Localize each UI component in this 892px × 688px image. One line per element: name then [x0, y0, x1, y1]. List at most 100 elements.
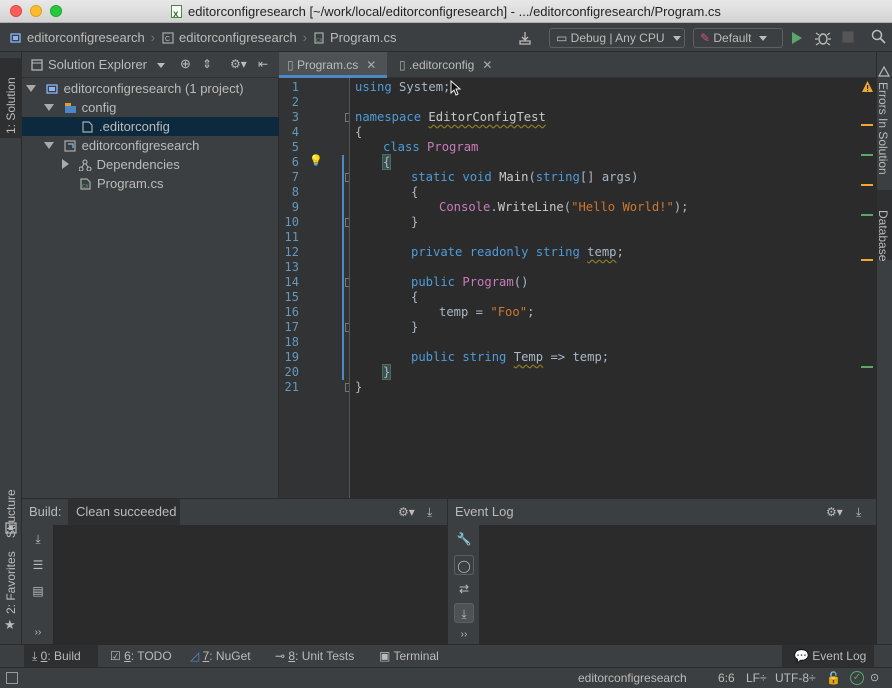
code-text: (	[528, 170, 536, 184]
solution-explorer-panel: Solution Explorer ⊕ ⇕ ⚙▾ ⇤ editorconfigr…	[22, 52, 279, 498]
warning-icon[interactable]	[861, 80, 874, 93]
tab-unit-tests[interactable]: ⊸ 8: Unit Tests	[275, 645, 354, 668]
hide-panel-icon[interactable]: ⤓	[856, 505, 870, 519]
hide-panel-icon[interactable]: ⇤	[258, 57, 272, 71]
warning-marker[interactable]	[861, 124, 873, 126]
method-name: Main	[499, 170, 529, 184]
keyword: string	[462, 350, 507, 364]
errors-in-solution-tab[interactable]: Errors In Solution	[876, 82, 892, 192]
code-editor[interactable]: using System; namespace EditorConfigTest…	[350, 78, 859, 498]
solution-explorer-title[interactable]: Solution Explorer	[48, 52, 165, 78]
tab-editorconfig[interactable]: ▯ .editorconfig ✕	[391, 52, 501, 78]
wrench-icon[interactable]: 🔧	[454, 529, 474, 549]
breadcrumb-project[interactable]: Ceditorconfigresearch ›	[162, 23, 307, 52]
info-marker[interactable]	[861, 154, 873, 156]
more-icon[interactable]: ››	[28, 623, 48, 643]
gear-icon[interactable]: ⚙▾	[826, 505, 850, 519]
breadcrumb-file[interactable]: C# Program.cs	[313, 23, 396, 52]
tree-item-program-cs[interactable]: C# Program.cs	[22, 174, 279, 193]
log-icon[interactable]: ▤	[28, 581, 48, 601]
lock-icon[interactable]: 🔓	[826, 671, 841, 685]
breadcrumb-label: editorconfigresearch	[179, 30, 297, 45]
tree-item-solution[interactable]: editorconfigresearch (1 project)	[22, 79, 279, 98]
build-config-icon[interactable]	[516, 29, 534, 47]
status-encoding[interactable]: UTF-8÷	[775, 668, 816, 688]
favorites-tab-text: 2: Favorites	[4, 551, 18, 614]
tab-todo[interactable]: ☑ 6: TODO	[110, 645, 172, 668]
solution-tab-label[interactable]: 1: Solution	[0, 58, 22, 138]
close-icon[interactable]: ✕	[482, 58, 492, 72]
status-caret-position[interactable]: 6:6	[718, 668, 735, 688]
run-button[interactable]	[790, 30, 804, 46]
build-solution-icon[interactable]: ⤓	[28, 529, 48, 549]
tab-program-cs[interactable]: ▯ Program.cs ✕	[279, 52, 387, 78]
folder-icon	[64, 103, 76, 113]
keyword: void	[462, 170, 492, 184]
debug-button[interactable]	[815, 29, 831, 47]
collapse-all-icon[interactable]: ⇕	[202, 57, 216, 71]
favorites-tab-label[interactable]: 2: Favorites	[0, 551, 22, 622]
tree-item-config[interactable]: config	[22, 98, 279, 117]
keyword: static	[411, 170, 456, 184]
gear-icon[interactable]: ⚙▾	[230, 57, 252, 71]
tab-label: : TODO	[130, 649, 172, 663]
status-position-label: 6:6	[718, 671, 735, 685]
scroll-to-end-icon[interactable]: ⤓	[454, 603, 474, 623]
config-icon: ▭	[556, 31, 571, 45]
breadcrumb-solution[interactable]: editorconfigresearch ›	[10, 23, 155, 52]
soft-wrap-icon[interactable]: ⇄	[454, 579, 474, 599]
code-line: }	[381, 364, 392, 380]
csproj-file-icon	[171, 3, 183, 26]
chevron-down-icon	[672, 36, 681, 41]
navigation-bar: editorconfigresearch › Ceditorconfigresea…	[0, 23, 892, 52]
gear-icon[interactable]: ⚙▾	[398, 505, 422, 519]
tab-build[interactable]: ⤓ 0: Build	[24, 645, 98, 668]
more-icon[interactable]: ››	[454, 625, 474, 645]
code-line: using System;	[355, 80, 450, 95]
csharp-file-icon: C#	[314, 32, 324, 44]
warning-marker[interactable]	[861, 184, 873, 186]
info-marker[interactable]	[861, 214, 873, 216]
tree-item-project[interactable]: editorconfigresearch	[22, 136, 279, 155]
code-text: temp =	[439, 305, 491, 319]
status-line-sep-label: LF÷	[746, 671, 767, 685]
csharp-file-icon: C#	[80, 178, 91, 190]
tab-nuget[interactable]: ◿ 7: NuGet	[190, 645, 251, 668]
search-everywhere-button[interactable]	[870, 28, 888, 46]
todo-icon: ☑	[110, 649, 125, 663]
line-number: 9	[291, 200, 299, 214]
lightbulb-icon[interactable]: 💡	[309, 154, 323, 168]
build-panel: Build: Clean succeeded ⚙▾ ⤓ ⤓ ☰ ▤ ››	[22, 498, 447, 645]
keyword: public	[411, 275, 456, 289]
toggle-tool-windows-icon[interactable]	[6, 672, 18, 684]
status-line-separator[interactable]: LF÷	[746, 668, 767, 688]
tree-item-dependencies[interactable]: Dependencies	[22, 155, 279, 174]
error-stripe[interactable]	[859, 78, 876, 498]
tab-event-log[interactable]: 💬 Event Log	[782, 645, 874, 668]
build-tab-clean[interactable]: Clean succeeded	[68, 499, 180, 525]
hide-panel-icon[interactable]: ⤓	[427, 505, 441, 519]
info-marker[interactable]	[861, 366, 873, 368]
database-tab[interactable]: Database	[876, 210, 892, 270]
configuration-dropdown[interactable]: ▭ Debug | Any CPU	[549, 28, 685, 48]
locate-file-icon[interactable]: ⊕	[180, 57, 194, 71]
code-line: temp = "Foo";	[439, 305, 534, 320]
notifications-icon[interactable]: ⊙	[870, 671, 884, 685]
tree-item-editorconfig[interactable]: .editorconfig	[22, 117, 279, 136]
tree-view-icon[interactable]: ☰	[28, 555, 48, 575]
field-name: temp	[587, 245, 617, 259]
tab-terminal[interactable]: ▣ Terminal	[379, 645, 439, 668]
stop-button[interactable]	[842, 31, 854, 43]
inspection-ok-icon[interactable]: ✓	[850, 671, 864, 685]
status-encoding-label: UTF-8÷	[775, 671, 816, 685]
structure-icon	[5, 522, 17, 534]
build-icon: ⤓	[32, 649, 41, 663]
run-profile-dropdown[interactable]: ✎ Default	[693, 28, 783, 48]
status-project[interactable]: editorconfigresearch	[578, 668, 687, 688]
close-icon[interactable]: ✕	[366, 58, 376, 72]
line-number: 4	[291, 125, 299, 139]
speech-bubble-icon[interactable]: ◯	[454, 555, 474, 575]
code-line: {	[411, 185, 418, 200]
chevron-right-icon: ›	[302, 30, 308, 45]
warning-marker[interactable]	[861, 259, 873, 261]
